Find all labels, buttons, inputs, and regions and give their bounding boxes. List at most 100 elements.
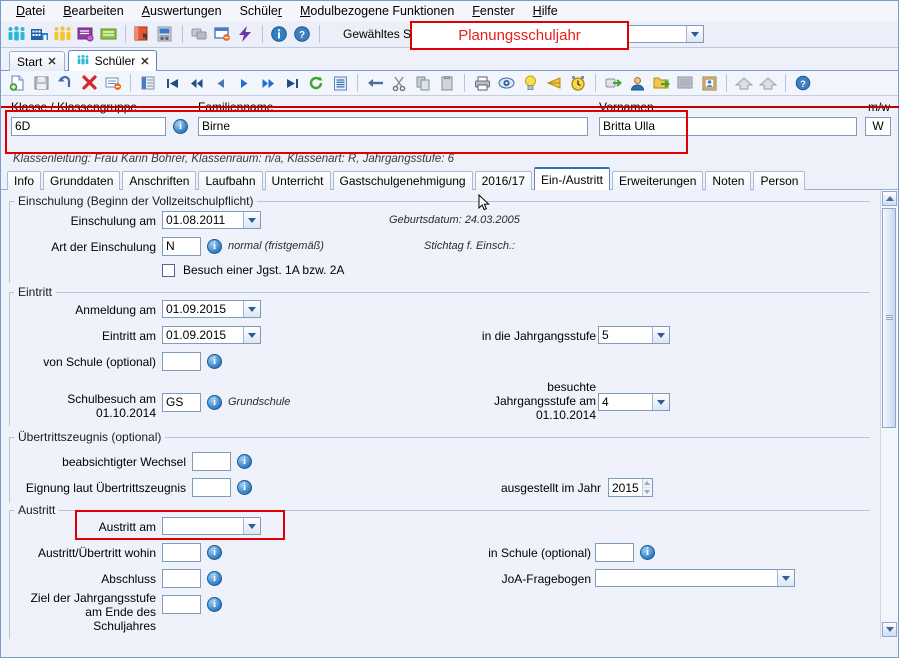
class-people-icon[interactable]: [53, 25, 72, 43]
art-der-einschulung-input[interactable]: N: [162, 237, 201, 256]
menu-item-auswertungen[interactable]: Auswertungen: [133, 2, 231, 20]
close-icon[interactable]: ✕: [140, 55, 149, 68]
list-view-icon[interactable]: [139, 74, 157, 92]
austritt-am-select[interactable]: [162, 517, 261, 535]
in-schule-info-icon[interactable]: i: [640, 545, 655, 560]
anmeldung-am-select[interactable]: 01.09.2015: [162, 300, 261, 318]
menu-item-bearbeiten[interactable]: Bearbeiten: [54, 2, 132, 20]
user-icon[interactable]: [628, 74, 646, 92]
tab-person[interactable]: Person: [753, 171, 806, 190]
new-record-icon[interactable]: [8, 74, 26, 92]
in-die-jahrgangsstufe-select[interactable]: 5: [598, 326, 670, 344]
back-arrow-icon[interactable]: [366, 74, 384, 92]
window-tab-start[interactable]: Start ✕: [9, 51, 65, 71]
link-grey-icon[interactable]: [190, 25, 209, 43]
eignung-input[interactable]: [192, 478, 231, 497]
home-up-icon[interactable]: [735, 74, 753, 92]
print-icon[interactable]: [473, 74, 491, 92]
eintritt-am-select[interactable]: 01.09.2015: [162, 326, 261, 344]
screen-icon[interactable]: [676, 74, 694, 92]
spinner-buttons[interactable]: [641, 479, 652, 496]
schulbesuch-info-icon[interactable]: i: [207, 395, 222, 410]
spinner-down-icon[interactable]: [642, 488, 652, 496]
report-purple-icon[interactable]: [76, 25, 95, 43]
beabsichtigter-wechsel-input[interactable]: [192, 452, 231, 471]
ziel-jgst-input[interactable]: [162, 595, 201, 614]
printer-report-icon[interactable]: [156, 25, 175, 43]
scroll-up-icon[interactable]: [882, 191, 897, 206]
ausgestellt-im-jahr-spinner[interactable]: 2015: [608, 478, 653, 497]
schulbesuch-input[interactable]: GS: [162, 393, 201, 412]
tab-schuljahr[interactable]: 2016/17: [474, 171, 532, 190]
save-icon[interactable]: [32, 74, 50, 92]
help-blue-icon[interactable]: ?: [794, 74, 812, 92]
besuchte-jahrgangsstufe-select[interactable]: 4: [598, 393, 670, 411]
tab-grunddaten[interactable]: Grunddaten: [43, 171, 121, 190]
in-schule-input[interactable]: [595, 543, 634, 562]
info-icon[interactable]: [270, 25, 289, 43]
spinner-up-icon[interactable]: [642, 479, 652, 488]
beabsichtigter-wechsel-info-icon[interactable]: i: [237, 454, 252, 469]
report-list-icon[interactable]: [331, 74, 349, 92]
tab-laufbahn[interactable]: Laufbahn: [198, 171, 263, 190]
menu-item-fenster[interactable]: Fenster: [463, 2, 523, 20]
joa-fragebogen-select[interactable]: [595, 569, 795, 587]
tab-anschriften[interactable]: Anschriften: [122, 171, 197, 190]
preview-icon[interactable]: [497, 74, 515, 92]
einschulung-am-select[interactable]: 01.08.2011: [162, 211, 261, 229]
familienname-input[interactable]: Birne: [198, 117, 588, 136]
scroll-down-icon[interactable]: [882, 622, 897, 637]
export-icon[interactable]: [604, 74, 622, 92]
send-icon[interactable]: [545, 74, 563, 92]
scrollbar-thumb[interactable]: [882, 208, 896, 428]
reminder-icon[interactable]: [569, 74, 587, 92]
next-record-icon[interactable]: [235, 74, 253, 92]
austritt-wohin-input[interactable]: [162, 543, 201, 562]
tab-ein-austritt[interactable]: Ein-/Austritt: [534, 167, 611, 190]
tab-unterricht[interactable]: Unterricht: [264, 171, 331, 190]
last-record-icon[interactable]: [283, 74, 301, 92]
help-icon[interactable]: ?: [293, 25, 312, 43]
vertical-scrollbar[interactable]: [880, 190, 898, 639]
austritt-wohin-info-icon[interactable]: i: [207, 545, 222, 560]
prev-record-icon[interactable]: [211, 74, 229, 92]
hint-icon[interactable]: [521, 74, 539, 92]
home-icon[interactable]: [759, 74, 777, 92]
window-tab-schueler[interactable]: Schüler ✕: [67, 50, 158, 71]
jgst-1a-2a-checkbox[interactable]: [162, 264, 175, 277]
von-schule-info-icon[interactable]: i: [207, 354, 222, 369]
tab-info[interactable]: Info: [7, 171, 42, 190]
vornamen-input[interactable]: Britta Ulla: [599, 117, 857, 136]
book-red-icon[interactable]: [133, 25, 152, 43]
window-delete-icon[interactable]: [213, 25, 232, 43]
students-group-icon[interactable]: [7, 25, 26, 43]
menu-item-schueler[interactable]: Schüler: [231, 2, 291, 20]
menu-item-hilfe[interactable]: Hilfe: [524, 2, 567, 20]
copy-icon[interactable]: [414, 74, 432, 92]
cancel-edit-icon[interactable]: [104, 74, 122, 92]
report-green-icon[interactable]: [99, 25, 118, 43]
first-record-icon[interactable]: [163, 74, 181, 92]
von-schule-input[interactable]: [162, 352, 201, 371]
tab-erweiterungen[interactable]: Erweiterungen: [612, 171, 704, 190]
next-page-icon[interactable]: [259, 74, 277, 92]
close-icon[interactable]: ✕: [47, 55, 56, 68]
menu-item-datei[interactable]: DDateiatei: [7, 2, 54, 20]
tab-noten[interactable]: Noten: [705, 171, 752, 190]
abschluss-input[interactable]: [162, 569, 201, 588]
abschluss-info-icon[interactable]: i: [207, 571, 222, 586]
paste-icon[interactable]: [438, 74, 456, 92]
school-building-icon[interactable]: [30, 25, 49, 43]
art-info-icon[interactable]: i: [207, 239, 222, 254]
folder-export-icon[interactable]: [652, 74, 670, 92]
klasse-info-icon[interactable]: i: [173, 119, 188, 134]
menu-item-modulbezogene-funktionen[interactable]: Modulbezogene Funktionen: [291, 2, 463, 20]
refresh-icon[interactable]: [307, 74, 325, 92]
address-book-icon[interactable]: [700, 74, 718, 92]
prev-page-icon[interactable]: [187, 74, 205, 92]
eignung-info-icon[interactable]: i: [237, 480, 252, 495]
klasse-input[interactable]: 6D: [11, 117, 166, 136]
cut-icon[interactable]: [390, 74, 408, 92]
tab-gastschulgenehmigung[interactable]: Gastschulgenehmigung: [332, 171, 473, 190]
ziel-jgst-info-icon[interactable]: i: [207, 597, 222, 612]
